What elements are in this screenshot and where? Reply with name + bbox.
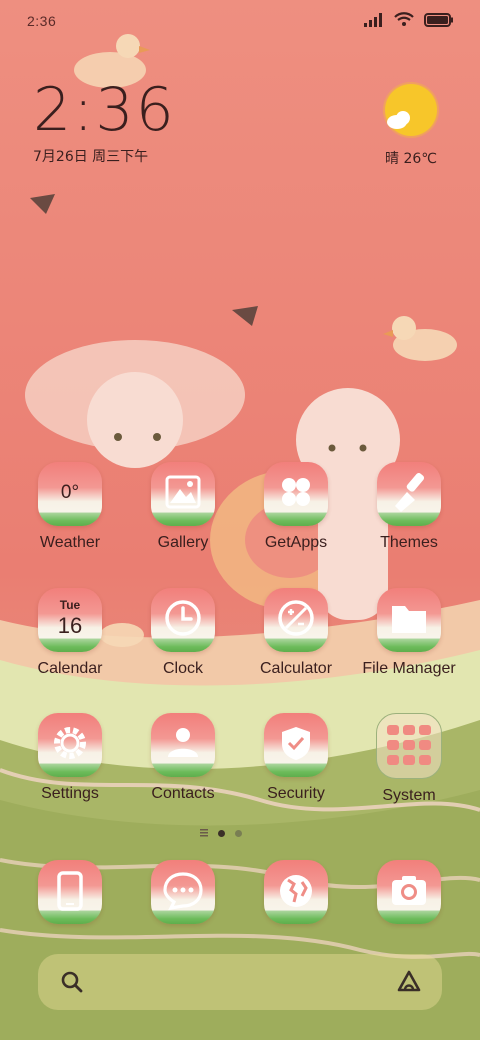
clock-date: 7月26日 周三下午 — [33, 149, 149, 165]
app-label-weather: Weather — [39, 534, 101, 551]
app-label-system: System — [382, 787, 436, 804]
clock-time: 2:36 — [33, 75, 176, 145]
app-label-calendar: Calendar — [37, 660, 103, 677]
calculator-icon — [264, 588, 328, 652]
app-contacts[interactable]: Contacts — [127, 713, 239, 803]
page-dot-active — [218, 829, 225, 837]
shield-icon — [264, 713, 328, 777]
calendar-day: Tue — [59, 598, 81, 612]
app-calendar[interactable]: Tue 16 Calendar — [14, 588, 126, 678]
wifi-icon — [394, 12, 414, 26]
app-label-gallery: Gallery — [157, 534, 209, 551]
gear-icon — [38, 713, 102, 777]
browser-icon — [264, 860, 328, 924]
signal-icon — [364, 12, 382, 27]
app-label-contacts: Contacts — [151, 785, 215, 802]
dock-messaging[interactable] — [127, 860, 239, 924]
page-indicator[interactable] — [200, 829, 242, 837]
app-label-settings: Settings — [41, 785, 99, 802]
app-clock[interactable]: Clock — [127, 588, 239, 678]
weather-widget[interactable]: 晴 26℃ — [376, 84, 446, 168]
clock-widget[interactable]: 2:36 7月26日 周三下午 — [33, 78, 176, 166]
phone-icon — [38, 860, 102, 924]
page-indicator-menu-icon — [200, 829, 208, 837]
status-icons — [364, 12, 454, 27]
app-label-file-manager: File Manager — [362, 660, 456, 677]
dock-camera[interactable] — [353, 860, 465, 924]
app-label-themes: Themes — [380, 534, 438, 551]
getapps-icon — [264, 462, 328, 526]
app-settings[interactable]: Settings — [14, 713, 126, 803]
weather-app-icon: 0° — [38, 462, 102, 526]
battery-icon — [424, 12, 453, 27]
app-security[interactable]: Security — [240, 713, 352, 803]
messaging-icon — [151, 860, 215, 924]
person-icon — [151, 713, 215, 777]
calendar-date: 16 — [57, 613, 83, 638]
clock-icon — [151, 588, 215, 652]
status-bar: 2:36 — [0, 0, 480, 40]
app-gallery[interactable]: Gallery — [127, 462, 239, 552]
dock-browser[interactable] — [240, 860, 352, 924]
calendar-icon: Tue 16 — [38, 588, 102, 652]
app-folder-system[interactable]: System — [353, 713, 465, 805]
page-dot — [235, 829, 242, 837]
gallery-icon — [151, 462, 215, 526]
status-time: 2:36 — [27, 13, 57, 29]
app-calculator[interactable]: Calculator — [240, 588, 352, 678]
app-label-security: Security — [267, 785, 325, 802]
app-label-calculator: Calculator — [259, 660, 333, 677]
dock-phone[interactable] — [14, 860, 126, 924]
camera-icon — [377, 860, 441, 924]
app-weather[interactable]: 0° Weather — [14, 462, 126, 552]
paintbrush-icon — [377, 462, 441, 526]
app-file-manager[interactable]: File Manager — [353, 588, 465, 678]
search-bar[interactable] — [38, 954, 442, 1010]
system-folder-icon — [376, 713, 442, 779]
folder-icon — [377, 588, 441, 652]
sunny-icon — [385, 84, 437, 136]
app-label-getapps: GetApps — [264, 534, 328, 551]
app-getapps[interactable]: GetApps — [240, 462, 352, 552]
assistant-icon[interactable] — [396, 969, 422, 995]
app-label-clock: Clock — [162, 660, 203, 677]
search-icon — [61, 971, 83, 993]
app-themes[interactable]: Themes — [353, 462, 465, 552]
weather-text: 晴 26℃ — [385, 151, 437, 167]
weather-app-temp: 0° — [60, 482, 80, 503]
